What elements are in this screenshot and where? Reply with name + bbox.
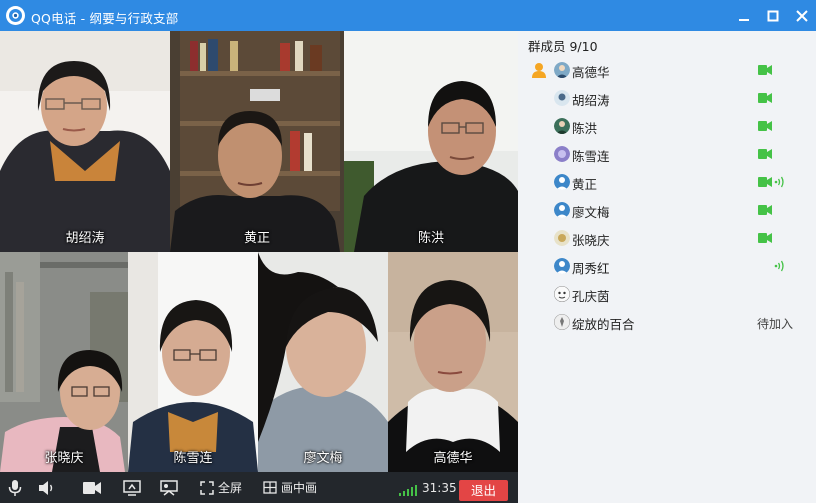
member-row[interactable]: 孔庆茵 bbox=[518, 280, 816, 308]
camera-on-icon bbox=[758, 65, 772, 75]
signal-strength-icon bbox=[399, 484, 419, 496]
qq-logo-icon bbox=[6, 6, 25, 25]
speaking-icon bbox=[774, 176, 784, 188]
camera-on-icon bbox=[758, 93, 772, 103]
participant-name: 陈洪 bbox=[417, 231, 444, 246]
camera-on-icon bbox=[758, 177, 772, 187]
camera-on-icon bbox=[758, 233, 772, 243]
avatar bbox=[554, 202, 570, 218]
participant-video bbox=[0, 252, 128, 472]
participant-name: 陈雪连 bbox=[173, 451, 213, 466]
camera-on-icon bbox=[758, 121, 772, 131]
speaking-icon bbox=[774, 260, 784, 272]
member-row[interactable]: 胡绍涛 bbox=[518, 84, 816, 112]
member-row[interactable]: 高德华 bbox=[518, 56, 816, 84]
maximize-icon bbox=[767, 10, 779, 22]
member-panel: 群成员 9/10 高德华 胡绍涛 陈洪 陈雪连 黄正 廖文梅 张晓庆 周秀红 孔… bbox=[518, 31, 816, 503]
title-bar: QQ电话 - 纲要与行政支部 bbox=[0, 0, 816, 31]
member-name: 高德华 bbox=[572, 65, 610, 80]
participant-video bbox=[128, 252, 258, 472]
member-row[interactable]: 周秀红 bbox=[518, 252, 816, 280]
speaker-icon bbox=[39, 480, 53, 495]
participant-video bbox=[0, 31, 170, 252]
participant-name: 胡绍涛 bbox=[65, 231, 105, 246]
close-button[interactable] bbox=[791, 6, 813, 26]
picture-in-picture-button[interactable]: 画中画 bbox=[263, 472, 317, 503]
fullscreen-label: 全屏 bbox=[218, 481, 243, 495]
participant-name: 张晓庆 bbox=[44, 451, 84, 466]
call-timer: 31:35 bbox=[422, 481, 457, 495]
minimize-icon bbox=[739, 19, 749, 21]
participant-video bbox=[170, 31, 344, 252]
video-tile[interactable]: 黄正 bbox=[170, 31, 344, 252]
avatar bbox=[554, 174, 570, 190]
video-tile[interactable]: 陈洪 bbox=[344, 31, 518, 252]
participant-video bbox=[344, 31, 518, 252]
avatar bbox=[554, 258, 570, 274]
participant-name: 高德华 bbox=[433, 451, 473, 466]
member-name: 孔庆茵 bbox=[572, 289, 610, 304]
microphone-icon bbox=[8, 479, 22, 496]
picture-in-picture-icon bbox=[263, 481, 277, 494]
participant-video bbox=[258, 252, 388, 472]
member-count-header: 群成员 9/10 bbox=[528, 39, 598, 54]
member-name: 陈雪连 bbox=[572, 149, 610, 164]
camera-icon bbox=[83, 481, 101, 494]
member-name: 周秀红 bbox=[572, 261, 610, 276]
camera-button[interactable] bbox=[83, 472, 101, 503]
avatar bbox=[554, 314, 570, 330]
avatar bbox=[554, 230, 570, 246]
close-icon bbox=[796, 10, 808, 22]
microphone-button[interactable] bbox=[8, 472, 22, 503]
participant-video bbox=[388, 252, 518, 472]
member-row[interactable]: 黄正 bbox=[518, 168, 816, 196]
member-name: 黄正 bbox=[572, 177, 598, 192]
member-name: 绽放的百合 bbox=[572, 317, 635, 332]
video-tile[interactable]: 张晓庆 bbox=[0, 252, 128, 472]
presentation-button[interactable] bbox=[160, 472, 178, 503]
picture-in-picture-label: 画中画 bbox=[281, 481, 318, 495]
participant-name: 黄正 bbox=[243, 231, 270, 246]
video-tile[interactable]: 胡绍涛 bbox=[0, 31, 170, 252]
member-row[interactable]: 陈洪 bbox=[518, 112, 816, 140]
member-name: 廖文梅 bbox=[572, 205, 610, 220]
fullscreen-icon bbox=[200, 480, 214, 495]
member-name: 张晓庆 bbox=[572, 233, 610, 248]
maximize-button[interactable] bbox=[762, 6, 784, 26]
presentation-icon bbox=[160, 479, 178, 496]
member-name: 陈洪 bbox=[572, 121, 598, 136]
avatar bbox=[554, 286, 570, 302]
video-grid: 胡绍涛 黄正 陈洪 张晓庆 陈雪连 廖文梅 高德华 bbox=[0, 31, 518, 472]
exit-call-button[interactable]: 退出 bbox=[459, 480, 508, 501]
host-icon bbox=[532, 63, 546, 78]
call-toolbar: 全屏 画中画 31:35 bbox=[0, 472, 518, 503]
pending-status: 待加入 bbox=[757, 317, 794, 331]
participant-name: 廖文梅 bbox=[303, 451, 343, 466]
window-title: QQ电话 - 纲要与行政支部 bbox=[31, 11, 179, 26]
video-tile[interactable]: 高德华 bbox=[388, 252, 518, 472]
avatar bbox=[554, 90, 570, 106]
member-row[interactable]: 廖文梅 bbox=[518, 196, 816, 224]
member-name: 胡绍涛 bbox=[572, 93, 610, 108]
camera-on-icon bbox=[758, 205, 772, 215]
minimize-button[interactable] bbox=[733, 6, 755, 26]
member-row[interactable]: 张晓庆 bbox=[518, 224, 816, 252]
avatar bbox=[554, 118, 570, 134]
camera-on-icon bbox=[758, 149, 772, 159]
speaker-button[interactable] bbox=[38, 472, 56, 503]
avatar bbox=[554, 62, 570, 78]
share-screen-button[interactable] bbox=[123, 472, 141, 503]
member-row[interactable]: 绽放的百合 待加入 bbox=[518, 308, 816, 336]
video-tile[interactable]: 陈雪连 bbox=[128, 252, 258, 472]
fullscreen-button[interactable]: 全屏 bbox=[200, 472, 242, 503]
video-tile[interactable]: 廖文梅 bbox=[258, 252, 388, 472]
member-row[interactable]: 陈雪连 bbox=[518, 140, 816, 168]
avatar bbox=[554, 146, 570, 162]
share-screen-icon bbox=[123, 479, 141, 496]
